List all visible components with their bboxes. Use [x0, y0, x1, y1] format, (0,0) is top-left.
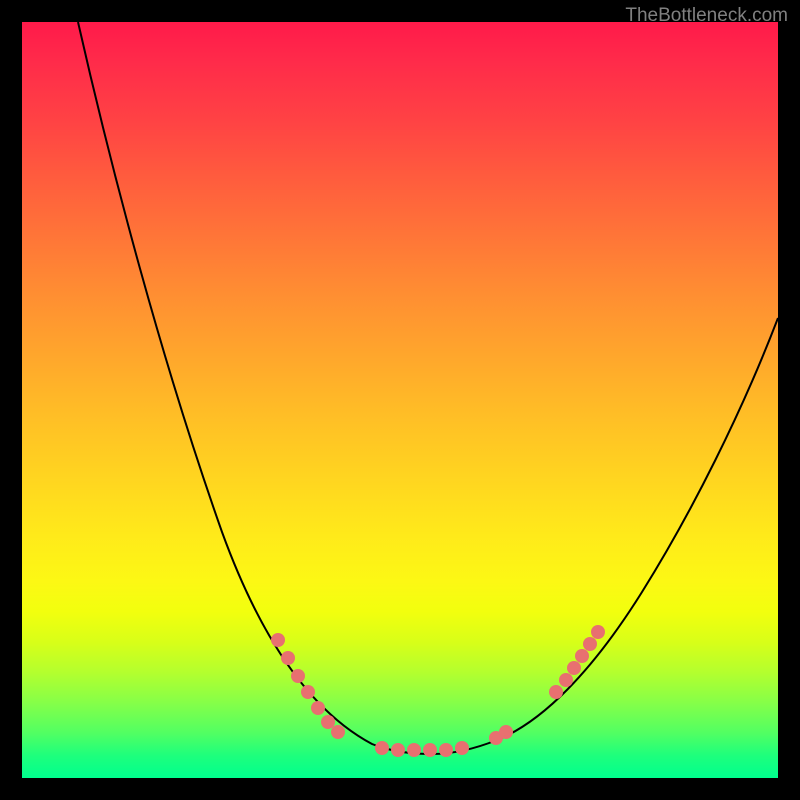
dot [549, 685, 563, 699]
dot [321, 715, 335, 729]
dot [423, 743, 437, 757]
dot [559, 673, 573, 687]
bottleneck-curve [78, 22, 778, 754]
dot [301, 685, 315, 699]
dot [407, 743, 421, 757]
dot [391, 743, 405, 757]
chart-container [22, 22, 778, 778]
dot [455, 741, 469, 755]
dot [311, 701, 325, 715]
dot [567, 661, 581, 675]
dot [331, 725, 345, 739]
dot [281, 651, 295, 665]
chart-svg [22, 22, 778, 778]
watermark-text: TheBottleneck.com [625, 5, 788, 27]
data-dots [271, 625, 605, 757]
dot [499, 725, 513, 739]
dot [375, 741, 389, 755]
dot [591, 625, 605, 639]
dot [291, 669, 305, 683]
dot [575, 649, 589, 663]
dot [583, 637, 597, 651]
dot [271, 633, 285, 647]
dot [439, 743, 453, 757]
